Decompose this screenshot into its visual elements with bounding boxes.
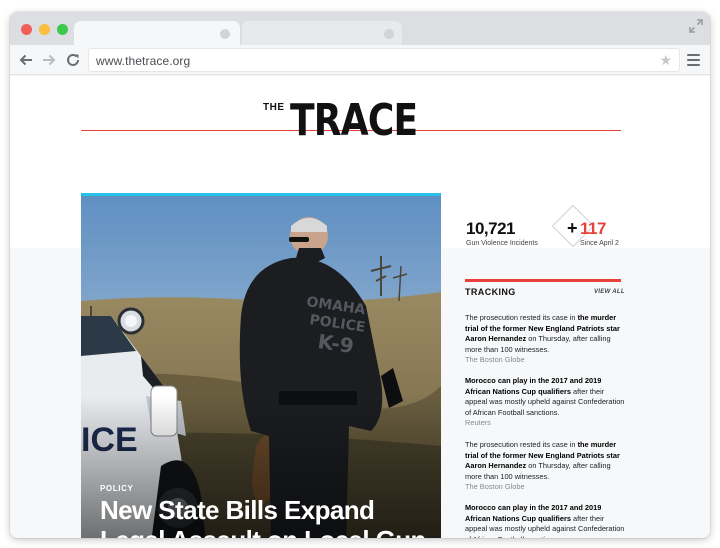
tab-close-icon[interactable] (384, 29, 394, 39)
logo-trace[interactable]: TRACE (290, 91, 418, 151)
tracking-accent-bar (465, 279, 621, 282)
news-text: The prosecution rested its case in (465, 313, 578, 322)
url-text[interactable]: www.thetrace.org (96, 54, 190, 68)
news-source: The Boston Globe (465, 355, 525, 365)
maximize-window-button[interactable] (57, 24, 68, 35)
browser-window: www.thetrace.org ★ THE TRACE OMAHA POLIC… (10, 12, 710, 538)
tracking-news-item[interactable]: Morocco can play in the 2017 and 2019 Af… (465, 503, 625, 538)
bookmark-star-icon[interactable]: ★ (659, 52, 672, 68)
reload-icon[interactable] (65, 52, 81, 68)
tracking-heading: TRACKING (465, 287, 516, 297)
browser-toolbar: www.thetrace.org ★ (10, 45, 710, 75)
news-source: Reuters (465, 418, 491, 428)
back-arrow-icon[interactable] (18, 52, 34, 68)
page-viewport: THE TRACE OMAHA POLICE K-9 POLICY New St… (10, 76, 710, 538)
view-all-link[interactable]: VIEW ALL (594, 289, 625, 295)
fullscreen-icon[interactable] (689, 19, 703, 33)
news-text: The prosecution rested its case in (465, 440, 578, 449)
news-source: The Boston Globe (465, 482, 525, 492)
hero-story[interactable]: ICE OMAHA POLICE K-9 POLICY (81, 193, 441, 538)
logo-the[interactable]: THE (263, 102, 285, 113)
incidents-delta: 117 (580, 219, 606, 238)
minimize-window-button[interactable] (39, 24, 50, 35)
tab-bar (10, 12, 710, 45)
since-label: Since April 2 (580, 240, 619, 247)
tracking-news-item[interactable]: The prosecution rested its case in the m… (465, 440, 625, 493)
incidents-count: 10,721 (466, 219, 516, 238)
plus-sign: + (567, 218, 578, 238)
tracking-news-item[interactable]: The prosecution rested its case in the m… (465, 313, 625, 366)
incidents-label: Gun Violence Incidents (466, 240, 538, 247)
tab-inactive[interactable] (242, 21, 402, 45)
hero-headline[interactable]: New State Bills Expand Legal Assault on … (100, 495, 435, 538)
hero-photo[interactable]: ICE OMAHA POLICE K-9 (81, 196, 441, 538)
tab-close-icon[interactable] (220, 29, 230, 39)
address-bar[interactable]: www.thetrace.org ★ (88, 48, 680, 72)
forward-arrow-icon[interactable] (41, 52, 57, 68)
jacket-lettering: K-9 (316, 329, 355, 358)
tracking-news-item[interactable]: Morocco can play in the 2017 and 2019 Af… (465, 376, 625, 429)
hero-category-tag[interactable]: POLICY (100, 484, 133, 493)
browser-menu-icon[interactable] (687, 54, 700, 66)
tab-active[interactable] (74, 21, 240, 45)
close-window-button[interactable] (21, 24, 32, 35)
